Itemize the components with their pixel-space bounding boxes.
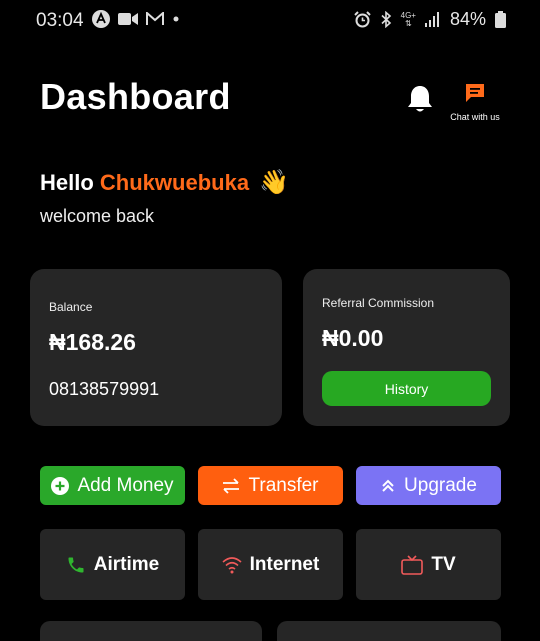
tv-tile[interactable]: TV [356, 529, 501, 600]
waving-hand-icon: 👋 [259, 169, 290, 196]
welcome-text: welcome back [40, 206, 155, 226]
internet-tile[interactable]: Internet [198, 529, 343, 600]
swap-arrows-icon [223, 477, 240, 494]
account-phone-number: 08138579991 [49, 379, 160, 399]
greeting-hello: Hello [40, 170, 94, 195]
system-icons: 4G+ ⇅ 84% [353, 9, 506, 30]
internet-label: Internet [249, 553, 320, 575]
next-card-peek [40, 621, 262, 641]
upgrade-label: Upgrade [404, 474, 477, 496]
transfer-label: Transfer [248, 474, 319, 496]
signal-icon [424, 12, 439, 27]
referral-commission-card: Referral Commission ₦0.00 History [303, 269, 510, 426]
notifications-button[interactable] [406, 84, 434, 119]
notification-icons [92, 10, 180, 28]
add-money-label: Add Money [77, 474, 174, 496]
referral-amount: ₦0.00 [322, 325, 384, 351]
add-money-button[interactable]: Add Money [40, 466, 185, 505]
chat-label: Chat with us [450, 112, 500, 122]
chat-bubble-icon [466, 84, 484, 102]
balance-amount: ₦168.26 [49, 329, 136, 355]
airtime-tile[interactable]: Airtime [40, 529, 185, 600]
network-indicator: 4G+ ⇅ [401, 11, 416, 28]
history-button[interactable]: History [322, 371, 491, 406]
tv-label: TV [431, 553, 456, 575]
page-title: Dashboard [40, 76, 231, 117]
status-bar: 03:04 4G+ ⇅ 84% [0, 0, 540, 42]
wifi-icon [222, 556, 242, 573]
bell-icon [408, 86, 432, 112]
balance-card: Balance ₦168.26 08138579991 [30, 269, 282, 426]
referral-label: Referral Commission [322, 296, 435, 310]
bluetooth-icon [381, 11, 391, 28]
transfer-button[interactable]: Transfer [198, 466, 343, 505]
plus-circle-icon [51, 476, 70, 495]
battery-percent: 84% [449, 9, 486, 29]
dot-icon [173, 16, 179, 22]
tv-icon [401, 554, 424, 575]
double-chevron-up-icon [382, 479, 394, 492]
battery-icon [495, 11, 506, 28]
data-arrows-icon: ⇅ [404, 18, 412, 28]
video-camera-icon [118, 13, 138, 25]
next-card-peek [277, 621, 501, 641]
user-name: Chukwuebuka [99, 170, 250, 195]
gmail-icon [146, 12, 164, 25]
upgrade-button[interactable]: Upgrade [356, 466, 501, 505]
balance-label: Balance [49, 300, 93, 314]
chat-with-us-button[interactable]: Chat with us [446, 82, 504, 122]
clock: 03:04 [36, 10, 84, 31]
alarm-icon [353, 11, 371, 28]
airtime-label: Airtime [93, 553, 160, 575]
greeting: Hello Chukwuebuka 👋 [40, 168, 289, 197]
phone-icon [68, 557, 84, 572]
app-logo-icon [92, 10, 110, 28]
